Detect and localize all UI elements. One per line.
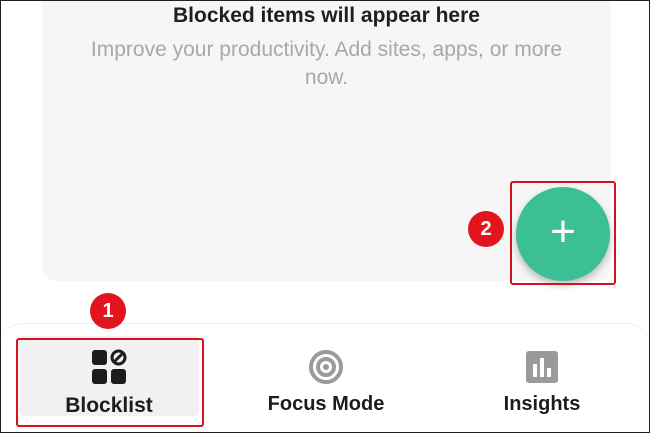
empty-state-subtitle: Improve your productivity. Add sites, ap… — [90, 38, 563, 89]
blocklist-highlight-box — [16, 338, 204, 427]
app-screen: Blocked items will appear here Improve y… — [0, 0, 650, 433]
nav-label-insights: Insights — [503, 393, 581, 415]
fab-highlight-box — [510, 181, 616, 285]
step-badge-1: 1 — [90, 293, 126, 329]
empty-state-title: Blocked items will appear here — [173, 4, 480, 27]
target-icon — [306, 348, 346, 385]
nav-label-focus-mode: Focus Mode — [267, 393, 385, 415]
bar-chart-icon — [522, 348, 562, 385]
nav-tab-insights[interactable]: Insights — [452, 336, 632, 416]
step-badge-2: 2 — [468, 211, 504, 247]
nav-tab-focus-mode[interactable]: Focus Mode — [236, 336, 416, 416]
